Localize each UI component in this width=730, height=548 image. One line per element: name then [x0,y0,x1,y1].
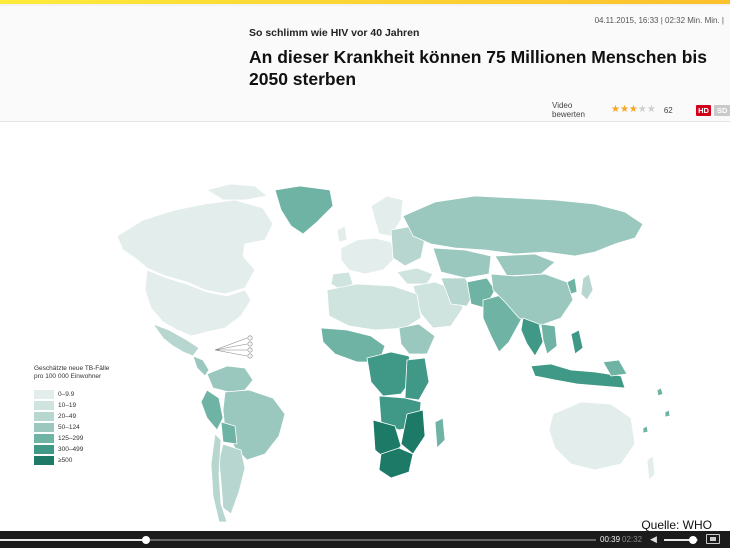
source-caption: Quelle: WHO [641,518,712,532]
legend-item: 300–499 [34,444,114,455]
star-icon[interactable]: ★ [638,105,647,115]
map-region-australia [548,401,636,471]
map-region-philippines [570,329,584,355]
map-region-colombia-venezuela [206,365,254,393]
star-icon[interactable]: ★ [611,105,620,115]
map-region-canada-islands [206,183,268,201]
map-region-indochina [540,323,558,355]
map-region-argentina [218,443,246,515]
legend-item: 125–299 [34,433,114,444]
legend-item: 20–49 [34,411,114,422]
legend-swatch [34,456,54,465]
fullscreen-button[interactable] [706,534,720,544]
volume-icon[interactable]: ◀ [650,534,660,544]
star-icon[interactable]: ★ [629,105,638,115]
world-tb-map [116,183,671,523]
volume-slider[interactable] [664,536,698,544]
caribbean-callout-lines [214,337,248,357]
legend-swatch [34,390,54,399]
map-region-russia [402,195,644,257]
current-time: 00:39 [600,535,621,544]
video-header: 04.11.2015, 16:33 | 02:32 Min. Min. | So… [0,6,730,122]
legend-label: 10–19 [58,402,77,409]
video-controls: 00:39 02:32 ◀ [0,531,730,548]
map-region-turkey [396,267,434,285]
legend-label: 20–49 [58,413,77,420]
legend-swatch [34,412,54,421]
map-legend: Geschätzte neue TB-Fälle pro 100 000 Ein… [34,365,114,466]
volume-handle[interactable] [688,536,697,544]
legend-title: Geschätzte neue TB-Fälle pro 100 000 Ein… [34,365,110,380]
rating-count: 62 [663,105,673,115]
legend-items: 0–9.9 10–19 20–49 50–124 125–299 300–499 ≥500 [34,389,114,466]
rating-label: Video bewerten [552,101,585,119]
rating-stars[interactable]: ★ ★ ★ ★ ★ [611,105,656,115]
total-time: 02:32 [622,535,643,544]
progress-bar[interactable] [0,536,596,544]
legend-label: 125–299 [58,435,84,442]
map-region-pacific-islands [642,387,671,434]
map-region-kazakhstan [432,247,492,279]
map-region-central-america [192,355,210,377]
map-region-canada [116,199,274,295]
publish-timestamp: 04.11.2015, 16:33 | 02:32 Min. Min. | [594,16,724,25]
map-region-mongolia [494,253,556,277]
legend-label: 50–124 [58,424,80,431]
map-region-japan [580,273,594,301]
legend-swatch [34,445,54,454]
legend-label: 300–499 [58,446,84,453]
map-region-peru [200,389,224,431]
progress-fill [0,539,147,541]
legend-swatch [34,423,54,432]
legend-swatch [34,434,54,443]
map-region-east-africa [404,357,430,401]
map-region-north-africa [326,283,422,331]
map-region-uk [336,225,348,243]
legend-item: 10–19 [34,400,114,411]
article-headline: An dieser Krankheit können 75 Millionen … [249,47,708,89]
video-rating: Video bewerten ★ ★ ★ ★ ★ 62 HD SD [552,101,730,119]
map-region-horn-of-africa [398,323,436,355]
hd-quality-button[interactable]: HD [695,104,712,116]
map-region-madagascar [434,417,446,449]
accent-stripe [0,0,730,4]
star-icon[interactable]: ★ [620,105,629,115]
video-frame[interactable]: Geschätzte neue TB-Fälle pro 100 000 Ein… [0,123,730,548]
progress-handle[interactable] [142,536,151,544]
sd-quality-button[interactable]: SD [714,104,730,116]
map-region-western-europe [340,237,396,275]
legend-item: 0–9.9 [34,389,114,400]
map-region-new-zealand [646,455,656,481]
legend-swatch [34,401,54,410]
legend-item: ≥500 [34,455,114,466]
legend-item: 50–124 [34,422,114,433]
article-kicker: So schlimm wie HIV vor 40 Jahren [249,27,420,39]
star-icon[interactable]: ★ [647,105,656,115]
legend-label: ≥500 [58,457,73,464]
legend-label: 0–9.9 [58,391,75,398]
map-region-greenland [274,185,334,235]
